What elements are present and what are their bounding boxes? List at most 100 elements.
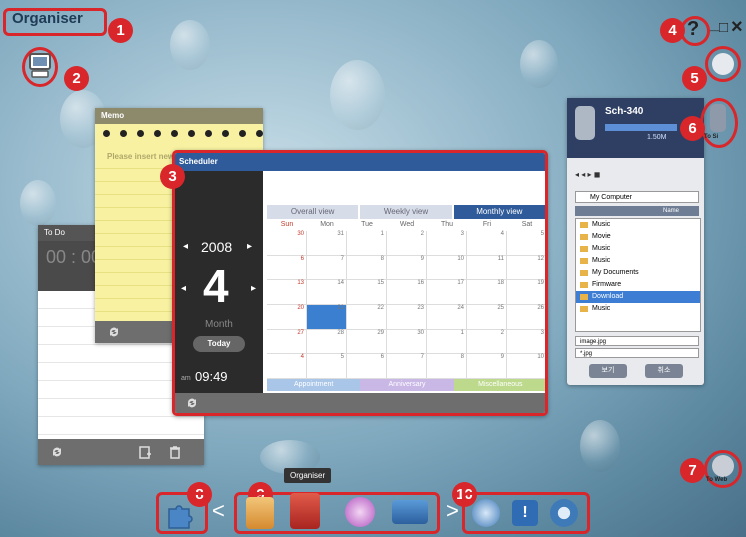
calendar-day-cell[interactable]: 26 bbox=[507, 305, 545, 330]
folder-item[interactable]: Music bbox=[576, 255, 700, 267]
calendar-day-cell[interactable]: 29 bbox=[347, 329, 387, 355]
refresh-icon[interactable] bbox=[107, 325, 121, 339]
folder-item[interactable]: Download bbox=[576, 291, 700, 303]
location-dropdown[interactable]: My Computer bbox=[575, 191, 699, 203]
tab-monthly-view[interactable]: Monthly view bbox=[453, 205, 545, 219]
calendar-day-cell[interactable]: 6 bbox=[347, 354, 387, 379]
calendar-day-cell[interactable]: 31 bbox=[307, 231, 347, 256]
weekday-label: Thu bbox=[440, 221, 454, 228]
calendar-day-cell[interactable]: 1 bbox=[427, 329, 467, 355]
calendar-day-cell[interactable]: 24 bbox=[427, 304, 467, 330]
maximize-button[interactable]: □ bbox=[719, 19, 728, 36]
calendar-day-cell[interactable]: 1 bbox=[347, 231, 387, 256]
category-legend: Appointment Anniversary Miscellaneous bbox=[267, 379, 545, 391]
callout-box-title bbox=[3, 8, 107, 36]
calendar-day-cell[interactable]: 13 bbox=[267, 280, 307, 305]
prev-month-arrow-icon[interactable]: ◂ bbox=[181, 283, 186, 294]
calendar-day-cell[interactable]: 2 bbox=[387, 231, 427, 256]
callout-badge-2: 2 bbox=[64, 66, 89, 91]
help-button[interactable]: ? bbox=[687, 18, 699, 41]
calendar-day-cell[interactable]: 19 bbox=[507, 280, 545, 305]
calendar-day-cell[interactable]: 8 bbox=[427, 354, 467, 379]
prev-year-arrow-icon[interactable]: ◂ bbox=[183, 241, 188, 252]
calendar-day-cell[interactable]: 18 bbox=[467, 280, 507, 305]
calendar-day-cell[interactable]: 5 bbox=[507, 231, 545, 256]
folder-item[interactable]: Movie bbox=[576, 231, 700, 243]
profile-icon[interactable] bbox=[392, 500, 428, 524]
calendar-day-cell[interactable]: 4 bbox=[267, 354, 307, 379]
calendar-day-cell[interactable]: 28 bbox=[307, 329, 347, 355]
calendar-day-cell[interactable]: 7 bbox=[387, 354, 427, 379]
globe-icon[interactable] bbox=[712, 455, 734, 477]
legend-miscellaneous[interactable]: Miscellaneous bbox=[453, 379, 545, 391]
calendar-day-cell[interactable]: 2 bbox=[467, 329, 507, 355]
media-icon[interactable] bbox=[345, 497, 375, 527]
cancel-button[interactable]: 취소 bbox=[645, 364, 683, 378]
calendar-day-cell[interactable]: 8 bbox=[347, 255, 387, 281]
legend-appointment[interactable]: Appointment bbox=[267, 379, 361, 391]
add-item-icon[interactable] bbox=[138, 445, 152, 459]
trash-icon[interactable] bbox=[168, 445, 182, 459]
computer-icon[interactable] bbox=[28, 53, 52, 79]
calendar-day-cell[interactable]: 30 bbox=[267, 231, 307, 256]
calendar-day-cell[interactable]: 9 bbox=[387, 255, 427, 281]
toolbar-next-arrow[interactable]: > bbox=[446, 498, 459, 524]
calendar-day-cell[interactable]: 7 bbox=[307, 255, 347, 281]
tab-weekly-view[interactable]: Weekly view bbox=[360, 205, 452, 219]
calendar-day-cell[interactable]: 14 bbox=[307, 280, 347, 305]
calendar-day-cell[interactable]: 9 bbox=[467, 354, 507, 379]
calendar-day-cell[interactable]: 17 bbox=[427, 280, 467, 305]
calendar-day-cell[interactable]: 12 bbox=[507, 256, 545, 281]
toolbar-prev-arrow[interactable]: < bbox=[212, 498, 225, 524]
calendar-day-cell[interactable]: 4 bbox=[467, 231, 507, 256]
folder-item[interactable]: My Documents bbox=[576, 267, 700, 279]
calendar-day-cell[interactable]: 15 bbox=[347, 280, 387, 305]
refresh-icon[interactable] bbox=[185, 396, 199, 410]
folder-item[interactable]: Music bbox=[576, 303, 700, 315]
legend-anniversary[interactable]: Anniversary bbox=[360, 379, 454, 391]
playback-controls[interactable]: ◂ ◂ ▸ ◼ bbox=[575, 170, 600, 179]
calendar-day-cell[interactable]: 5 bbox=[307, 354, 347, 379]
calendar-day-cell[interactable]: 20 bbox=[267, 304, 307, 330]
calendar-day-cell[interactable]: 3 bbox=[507, 330, 545, 355]
settings-gear-icon[interactable] bbox=[550, 499, 578, 527]
folder-item[interactable]: Music bbox=[576, 243, 700, 255]
filetype-select[interactable]: *.jpg bbox=[575, 348, 699, 358]
today-button[interactable]: Today bbox=[193, 336, 245, 352]
next-year-arrow-icon[interactable]: ▸ bbox=[247, 241, 252, 252]
calendar-day-cell[interactable]: 21 bbox=[307, 304, 347, 330]
tab-overall-view[interactable]: Overall view bbox=[267, 205, 359, 219]
callout-badge-4: 4 bbox=[660, 18, 685, 43]
calendar-day-cell[interactable]: 6 bbox=[267, 255, 307, 281]
calendar-day-cell[interactable]: 16 bbox=[387, 280, 427, 305]
calendar-day-cell[interactable]: 23 bbox=[387, 304, 427, 330]
refresh-icon[interactable] bbox=[50, 445, 64, 459]
folder-item[interactable]: Music bbox=[576, 219, 700, 231]
calendar-day-cell[interactable]: 22 bbox=[347, 304, 387, 330]
puzzle-icon[interactable] bbox=[165, 499, 197, 529]
calendar-day-cell[interactable]: 10 bbox=[427, 255, 467, 281]
next-month-arrow-icon[interactable]: ▸ bbox=[251, 283, 256, 294]
calendar-day-cell[interactable]: 27 bbox=[267, 329, 307, 355]
zoom-icon[interactable] bbox=[712, 53, 734, 75]
contacts-icon[interactable] bbox=[246, 497, 274, 529]
ok-button[interactable]: 보기 bbox=[589, 364, 627, 378]
calendar-day-cell[interactable]: 30 bbox=[387, 329, 427, 355]
minimize-button[interactable]: _ bbox=[710, 16, 719, 34]
phone-icon[interactable] bbox=[710, 104, 726, 132]
info-icon[interactable]: ! bbox=[512, 500, 538, 526]
scheduler-title: Scheduler bbox=[175, 153, 545, 171]
folder-item[interactable]: Firmware bbox=[576, 279, 700, 291]
calendar-day-cell[interactable]: 25 bbox=[467, 304, 507, 330]
weekday-label: Sat bbox=[521, 221, 533, 228]
close-button[interactable]: × bbox=[731, 16, 743, 39]
organiser-icon[interactable] bbox=[290, 493, 320, 529]
calendar-day-cell[interactable]: 3 bbox=[427, 231, 467, 256]
filename-input[interactable]: image.jpg bbox=[575, 336, 699, 346]
internet-icon[interactable] bbox=[472, 499, 500, 527]
calendar-day-cell[interactable]: 10 bbox=[507, 354, 545, 379]
phone-button-label: To Si bbox=[704, 134, 719, 140]
clock-time: 09:49 bbox=[195, 369, 228, 384]
calendar-day-cell[interactable]: 11 bbox=[467, 255, 507, 281]
year-label: 2008 bbox=[201, 239, 233, 255]
